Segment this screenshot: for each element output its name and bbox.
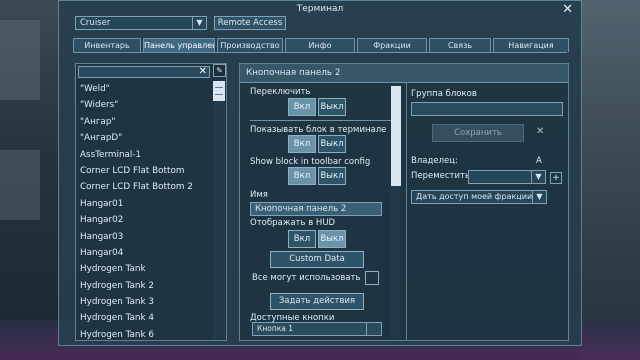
window-title: Терминал [296,4,344,14]
list-item[interactable]: Hangar03 [78,229,210,245]
tab-bar: Инвентарь Панель управления Производство… [73,38,569,53]
custom-data-button[interactable]: Custom Data [270,251,364,268]
show-in-terminal-label: Показывать блок в терминале [250,125,387,135]
name-label: Имя [250,190,268,200]
close-icon[interactable]: ✕ [562,2,573,17]
block-list: "Weld" "Widers" "Ангар" "АнгарD" AssTerm… [78,81,210,343]
chevron-down-icon[interactable]: ▼ [192,17,206,29]
block-properties-panel: Кнопочная панель 2 Переключить Вкл Выкл … [239,63,569,341]
hud-off-button[interactable]: Выкл [318,230,346,248]
list-item[interactable]: Hydrogen Tank [78,261,210,277]
list-scrollbar[interactable] [213,81,225,339]
list-item[interactable]: Hydrogen Tank 6 [78,327,210,343]
toggle-label: Переключить [250,87,311,97]
toggle-on-button[interactable]: Вкл [288,98,316,116]
chevron-down-icon[interactable]: ▼ [531,171,545,183]
chevron-down-icon[interactable]: ▼ [532,191,546,203]
background-panel [0,150,40,220]
delete-group-icon[interactable]: ✕ [536,126,544,137]
list-item[interactable]: Hangar02 [78,212,210,228]
panel-scrollbar[interactable] [391,86,401,338]
list-item[interactable]: AssTerminal-1 [78,147,210,163]
show-in-hud-label: Отображать в HUD [250,218,336,228]
column-divider [406,82,407,340]
list-item[interactable]: Hydrogen Tank 2 [78,278,210,294]
share-select[interactable]: Дать доступ моей фракции ▼ [411,190,547,204]
transfer-select[interactable]: ▼ [468,170,546,184]
search-input[interactable]: ✕ [78,66,210,78]
owner-label: Владелец: [411,156,458,166]
list-item[interactable]: Hydrogen Tank 3 [78,294,210,310]
toolbar-on-button[interactable]: Вкл [288,167,316,185]
tab-factions[interactable]: Фракции [357,38,427,52]
remote-access-button[interactable]: Remote Access [214,16,286,30]
set-actions-button[interactable]: Задать действия [270,293,364,310]
anyone-can-use-checkbox[interactable] [365,271,379,285]
terminal-window: Терминал ✕ Cruiser ▼ Remote Access Инвен… [58,0,582,346]
panel-header: Кнопочная панель 2 [240,64,568,83]
block-list-panel: ✕ ✎ "Weld" "Widers" "Ангар" "АнгарD" Ass… [75,63,227,341]
toggle-off-button[interactable]: Выкл [318,98,346,116]
tab-info[interactable]: Инфо [285,38,355,52]
toolbar-off-button[interactable]: Выкл [318,167,346,185]
clear-icon[interactable]: ✕ [199,66,207,77]
terminal-on-button[interactable]: Вкл [288,135,316,153]
tab-production[interactable]: Производство [217,38,283,52]
list-item[interactable]: "Widers" [78,97,210,113]
button-slot-value: Кнопка 1 [257,324,294,333]
add-icon[interactable]: + [550,172,562,184]
name-field[interactable]: Кнопочная панель 2 [250,202,382,216]
list-item[interactable]: Corner LCD Flat Bottom 2 [78,179,210,195]
terminal-off-button[interactable]: Выкл [318,135,346,153]
list-scroll-thumb[interactable] [213,81,225,101]
owner-value: A [536,156,542,166]
tab-control-panel[interactable]: Панель управления [143,38,215,52]
button-slot-select[interactable]: Кнопка 1 [252,322,382,336]
anyone-can-use-label: Все могут использовать [252,273,361,283]
show-in-toolbar-label: Show block in toolbar config [250,157,371,167]
tab-comms[interactable]: Связь [429,38,491,52]
tab-divider [73,52,567,53]
panel-scroll-thumb[interactable] [391,86,401,186]
save-group-button[interactable]: Сохранить [432,124,524,142]
tab-inventory[interactable]: Инвентарь [73,38,141,52]
grid-select-value: Cruiser [80,18,111,28]
list-item[interactable]: "АнгарD" [78,130,210,146]
group-name-input[interactable] [411,102,563,116]
list-item[interactable]: "Ангар" [78,114,210,130]
grid-select[interactable]: Cruiser ▼ [75,16,207,30]
edit-icon[interactable]: ✎ [213,64,226,77]
list-item[interactable]: Hydrogen Tank 4 [78,310,210,326]
background-wall [0,20,40,100]
tab-navigation[interactable]: Навигация [493,38,569,52]
separator [250,120,392,121]
background-right-wall [580,0,640,360]
group-label: Группа блоков [411,89,477,99]
block-title: Кнопочная панель 2 [246,68,341,78]
hud-on-button[interactable]: Вкл [288,230,316,248]
slot-scroll[interactable] [366,323,381,335]
list-item[interactable]: "Weld" [78,81,210,97]
share-select-value: Дать доступ моей фракции [416,192,533,201]
list-item[interactable]: Corner LCD Flat Bottom [78,163,210,179]
list-item[interactable]: Hangar04 [78,245,210,261]
list-item[interactable]: Hangar01 [78,196,210,212]
